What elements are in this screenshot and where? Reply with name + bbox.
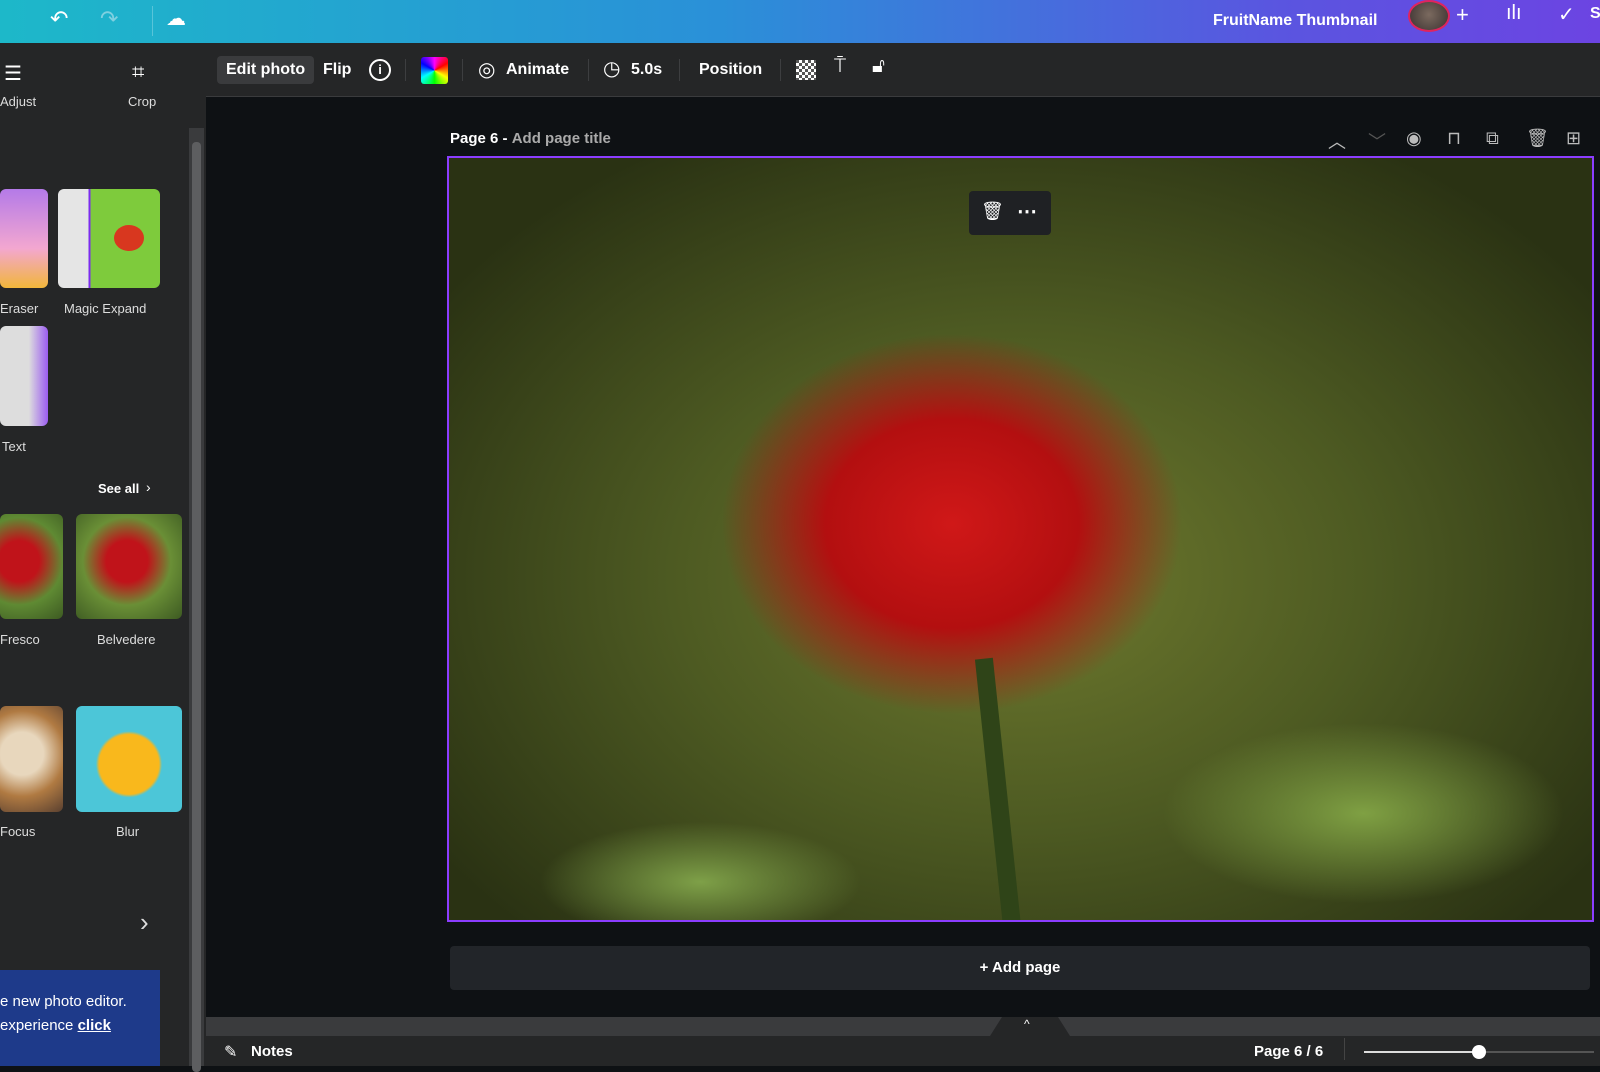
avatar[interactable] — [1408, 0, 1450, 32]
animate-button[interactable]: Animate — [497, 56, 578, 84]
banner-line-2: experience — [0, 1017, 78, 1034]
tool-text-label: Text — [2, 439, 26, 454]
redo-icon[interactable]: ↷ — [100, 6, 118, 32]
see-all-link[interactable]: See all — [98, 481, 139, 496]
context-toolbar: Edit photo Flip i ◎ Animate ◷ 5.0s Posit… — [206, 43, 1600, 97]
zoom-slider[interactable] — [1364, 1045, 1594, 1059]
chevron-up-icon[interactable]: ︿ — [1328, 128, 1346, 154]
filter-belvedere-label: Belvedere — [97, 632, 156, 647]
adjust-icon[interactable]: ☰ — [4, 61, 22, 86]
floating-element-menu: 🗑︎ ⋯ — [969, 191, 1051, 235]
footer: ✎ Notes Page 6 / 6 — [206, 1036, 1600, 1066]
expand-pages-handle[interactable] — [990, 1017, 1070, 1036]
filter-fresco-label: Fresco — [0, 632, 40, 647]
duplicate-page-icon[interactable]: ⧉ — [1486, 128, 1499, 149]
filter-belvedere[interactable] — [76, 514, 182, 619]
top-bar: ↶ ↷ ☁ FruitName Thumbnail + ılı ✓ S — [0, 0, 1600, 43]
duration-button[interactable]: 5.0s — [622, 56, 671, 84]
trash-icon[interactable]: 🗑︎ — [981, 201, 1004, 222]
clock-icon[interactable]: ◷ — [603, 56, 620, 81]
horizontal-scrollbar[interactable]: ^ — [206, 1017, 1600, 1036]
left-panel-scrollbar[interactable] — [189, 128, 204, 1072]
banner-line-1: e new photo editor. — [0, 993, 127, 1010]
notes-icon[interactable]: ✎ — [224, 1042, 237, 1062]
transparency-icon[interactable] — [796, 60, 816, 80]
plus-icon[interactable]: + — [1456, 2, 1469, 28]
lock-icon[interactable]: 🔓︎ — [872, 55, 885, 78]
zoom-slider-knob[interactable] — [1472, 1045, 1486, 1059]
crop-icon[interactable]: ⌗ — [132, 59, 144, 85]
filter-focus[interactable] — [0, 706, 63, 812]
left-panel: ☰ Adjust ⌗ Crop Eraser Magic Expand Text… — [0, 43, 206, 1066]
hide-icon[interactable]: ◉ — [1406, 128, 1422, 149]
filter-blur[interactable] — [76, 706, 182, 812]
page-title-input[interactable]: Add page title — [512, 130, 611, 147]
filter-blur-label: Blur — [116, 824, 140, 839]
cloud-saved-icon[interactable]: ☁ — [166, 6, 186, 31]
tool-magic-expand[interactable] — [58, 189, 160, 288]
info-icon[interactable]: i — [369, 59, 391, 81]
chevron-down-icon[interactable]: ﹀ — [1368, 128, 1386, 154]
add-page-icon[interactable]: ⊞ — [1566, 128, 1581, 149]
photo-editor-banner: e new photo editor. experience click — [0, 970, 160, 1066]
color-picker-icon[interactable] — [421, 57, 448, 84]
undo-icon[interactable]: ↶ — [50, 6, 68, 32]
ladybug-icon — [114, 225, 144, 251]
tool-eraser[interactable] — [0, 189, 48, 288]
banner-link[interactable]: click — [78, 1017, 111, 1034]
notes-button[interactable]: Notes — [251, 1043, 293, 1060]
adjust-label[interactable]: Adjust — [0, 94, 36, 109]
paint-roller-icon[interactable]: ⍑ — [834, 55, 846, 78]
share-button[interactable]: S — [1590, 5, 1600, 23]
add-page-button[interactable]: + Add page — [450, 946, 1590, 990]
insights-icon[interactable]: ılı — [1506, 2, 1522, 25]
delete-page-icon[interactable]: 🗑︎ — [1526, 128, 1549, 149]
edit-photo-button[interactable]: Edit photo — [217, 56, 315, 84]
tool-text[interactable] — [0, 326, 48, 426]
page-label: Page 6 - — [450, 130, 508, 147]
canvas-image-rose[interactable]: 🗑︎ ⋯ — [447, 156, 1594, 922]
filter-focus-label: Focus — [0, 824, 36, 839]
tool-eraser-label: Eraser — [0, 301, 39, 316]
animate-icon[interactable]: ◎ — [478, 57, 495, 82]
tool-magic-expand-label: Magic Expand — [64, 301, 147, 316]
chevron-right-icon[interactable]: › — [146, 479, 151, 495]
page-header: Page 6 - Add page title — [450, 130, 611, 147]
crop-label[interactable]: Crop — [128, 94, 156, 109]
flip-button[interactable]: Flip — [314, 56, 360, 84]
chevron-up-icon[interactable]: ^ — [1024, 1017, 1030, 1031]
chevron-right-icon[interactable]: › — [140, 907, 149, 938]
document-title[interactable]: FruitName Thumbnail — [1213, 12, 1377, 30]
position-button[interactable]: Position — [690, 56, 771, 84]
page-indicator[interactable]: Page 6 / 6 — [1254, 1043, 1323, 1060]
lock-page-icon[interactable]: ⊓ — [1447, 128, 1461, 149]
check-circle-icon[interactable]: ✓ — [1558, 2, 1575, 27]
more-options-icon[interactable]: ⋯ — [1017, 199, 1037, 224]
filter-fresco[interactable] — [0, 514, 63, 619]
